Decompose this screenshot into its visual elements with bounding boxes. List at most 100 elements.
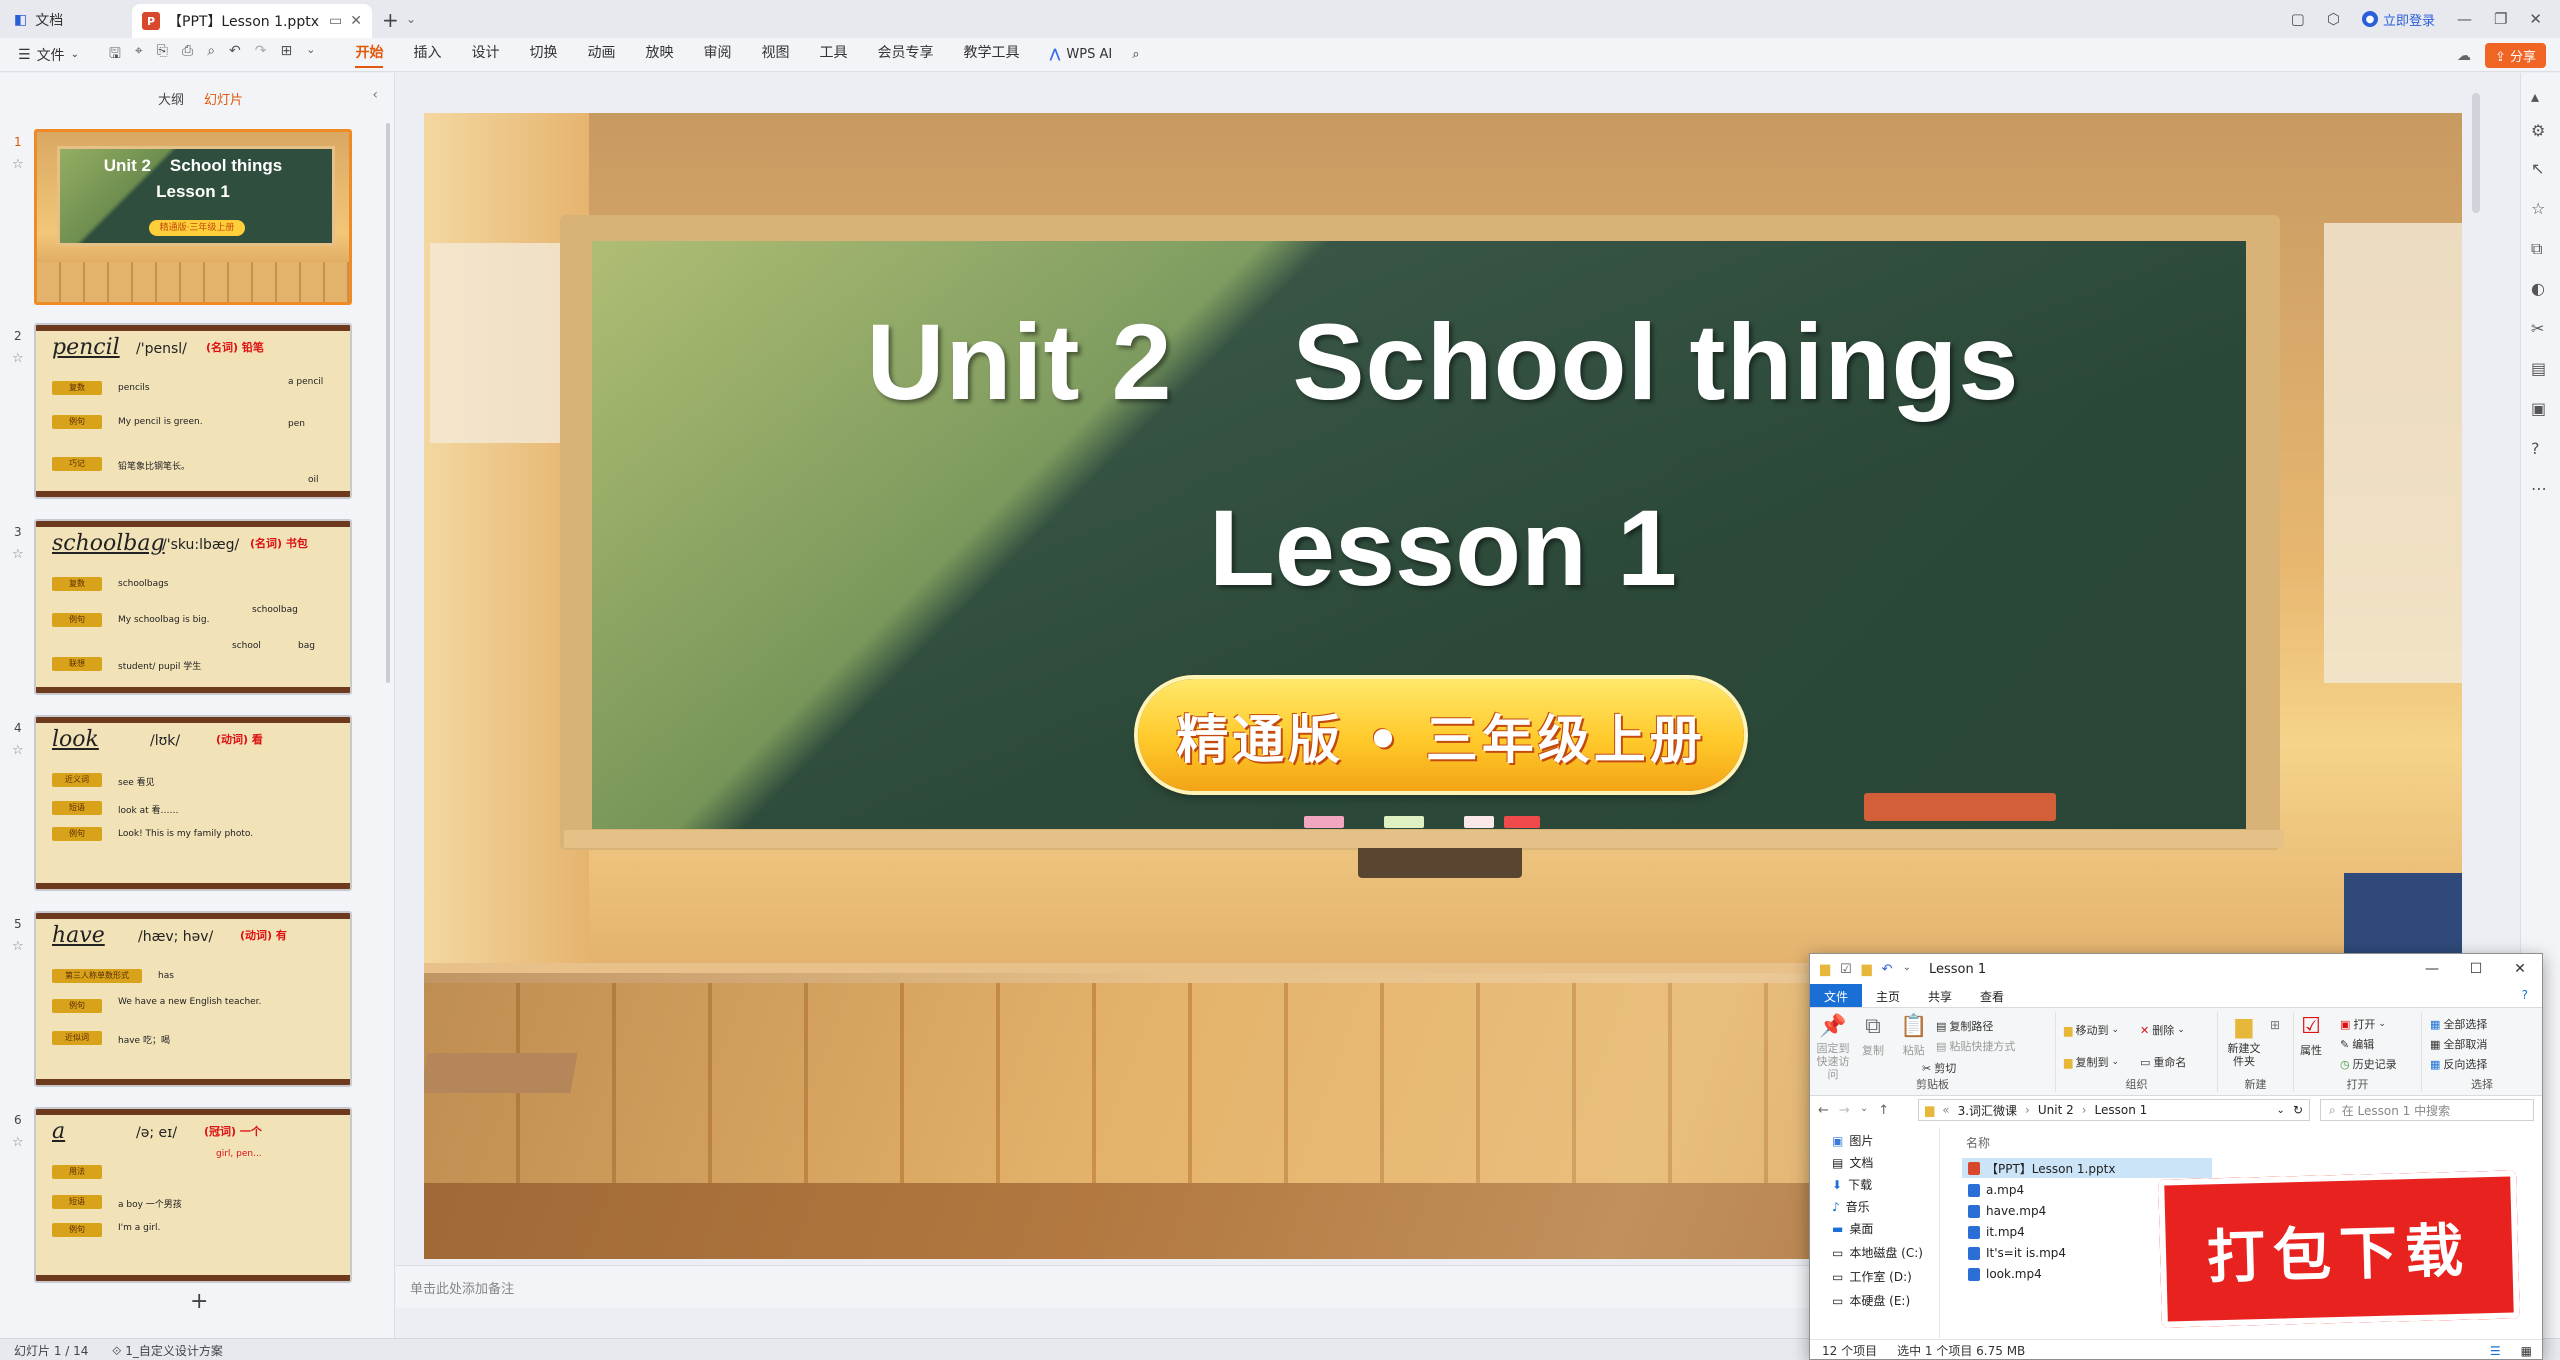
print-preview-icon[interactable]: ⌕ (207, 43, 215, 67)
search-icon[interactable]: ⌕ (1132, 47, 1139, 62)
more-icon[interactable]: ⋯ (2531, 479, 2547, 498)
nav-item-pictures[interactable]: ▣ 图片 (1832, 1132, 1873, 1149)
new-item-icon[interactable]: ⊞ (2270, 1018, 2280, 1032)
menu-design[interactable]: 设计 (471, 42, 499, 68)
slide-thumbnail-4[interactable]: look /lʊk/ (动词) 看 近义词 see 看见 短语 look at … (34, 715, 352, 891)
select-all-button[interactable]: ▦ 全部选择 (2430, 1016, 2487, 1032)
close-window-icon[interactable]: ✕ (2529, 10, 2542, 28)
paste-shortcut-button[interactable]: ▤ 粘贴快捷方式 (1936, 1038, 2015, 1054)
document-tab[interactable]: P 【PPT】Lesson 1.pptx ▭ ✕ (132, 4, 372, 38)
login-button[interactable]: ● 立即登录 (2361, 10, 2435, 29)
slide-thumbnail-5[interactable]: have /hæv; həv/ (动词) 有 第三人称单数形式 has 例句 W… (34, 911, 352, 1087)
minimize-icon[interactable]: — (2457, 10, 2472, 28)
help-icon[interactable]: ? (2531, 439, 2540, 458)
undo-icon[interactable]: ↶ (1882, 962, 1893, 977)
share-button[interactable]: ⇪ 分享 (2484, 43, 2546, 68)
nav-item-downloads[interactable]: ⬇ 下载 (1832, 1176, 1872, 1193)
theme-name[interactable]: ⟐ 1_自定义设计方案 (112, 1342, 223, 1359)
export-pdf-icon[interactable]: ⎘ (157, 43, 168, 67)
breadcrumb-item[interactable]: 3.词汇微课 (1958, 1102, 2017, 1119)
menu-member[interactable]: 会员专享 (877, 42, 933, 68)
pin-icon[interactable]: ⌖ (135, 43, 143, 67)
copy-to-button[interactable]: ▆ 复制到 ⌄ (2064, 1054, 2119, 1070)
thumbnail-view-icon[interactable]: ▦ (2521, 1344, 2532, 1358)
star-icon[interactable]: ☆ (12, 351, 24, 366)
minimize-icon[interactable]: — (2410, 954, 2454, 984)
tools-icon[interactable]: ✂ (2531, 319, 2544, 338)
menu-animation[interactable]: 动画 (587, 42, 615, 68)
column-header-name[interactable]: 名称 (1966, 1134, 1990, 1151)
menu-tools[interactable]: 工具 (819, 42, 847, 68)
slide-thumbnail-3[interactable]: schoolbag /'sku:lbæg/ (名词) 书包 复数 schoolb… (34, 519, 352, 695)
menu-transition[interactable]: 切换 (529, 42, 557, 68)
rename-button[interactable]: ▭ 重命名 (2140, 1054, 2186, 1070)
slide-subtitle[interactable]: Lesson 1 (424, 485, 2462, 610)
slide-thumbnail-1[interactable]: Unit 2 School things Lesson 1 精通版·三年级上册 (34, 129, 352, 305)
layout-icon[interactable]: ▢ (2291, 10, 2305, 28)
file-item[interactable]: it.mp4 (1962, 1222, 2031, 1242)
menu-view[interactable]: 视图 (761, 42, 789, 68)
address-bar[interactable]: ▆ « 3.词汇微课 › Unit 2 › Lesson 1 ⌄ ↻ (1918, 1099, 2310, 1121)
forward-icon[interactable]: → (1839, 1103, 1850, 1118)
menu-slideshow[interactable]: 放映 (645, 42, 673, 68)
image-icon[interactable]: ▣ (2531, 399, 2546, 418)
slide-title[interactable]: Unit 2 School things (424, 299, 2462, 424)
file-item[interactable]: have.mp4 (1962, 1201, 2052, 1221)
refresh-icon[interactable]: ↻ (2293, 1103, 2303, 1117)
help-icon[interactable]: ? (2508, 984, 2542, 1007)
collapse-panel-icon[interactable]: ‹ (372, 87, 378, 103)
invert-selection-button[interactable]: ▦ 反向选择 (2430, 1056, 2487, 1072)
copy-button[interactable]: ⧉ 复制 (1862, 1014, 1884, 1058)
details-view-icon[interactable]: ☰ (2490, 1344, 2501, 1358)
star-icon[interactable]: ☆ (12, 547, 24, 562)
palette-icon[interactable]: ◐ (2531, 279, 2545, 298)
edit-button[interactable]: ✎ 编辑 (2340, 1036, 2374, 1052)
new-folder-icon[interactable]: ▆ (1862, 962, 1872, 977)
cube-icon[interactable]: ⬡ (2327, 10, 2340, 28)
file-item[interactable]: a.mp4 (1962, 1180, 2030, 1200)
tab-outline[interactable]: 大纲 (158, 89, 184, 108)
wps-ai-button[interactable]: ⋀ WPS AI ⌕ (1049, 47, 1139, 62)
address-chevron-icon[interactable]: ⌄ (2277, 1105, 2285, 1116)
more-chevron-icon[interactable]: ⌄ (306, 43, 315, 67)
window-mode-icon[interactable]: ▭ (329, 13, 342, 29)
menu-review[interactable]: 审阅 (703, 42, 731, 68)
thumbnail-scrollbar[interactable] (386, 123, 390, 683)
scroll-up-icon[interactable]: ▴ (2531, 87, 2539, 106)
delete-button[interactable]: ✕ 删除 ⌄ (2140, 1022, 2185, 1038)
close-icon[interactable]: ✕ (2498, 954, 2542, 984)
close-tab-icon[interactable]: ✕ (350, 13, 362, 29)
undo-icon[interactable]: ↶ (229, 43, 241, 67)
format-painter-icon[interactable]: ⊞ (281, 43, 293, 67)
slide-thumbnail-2[interactable]: pencil /'pensl/ (名词) 铅笔 复数 pencils 例句 My… (34, 323, 352, 499)
back-icon[interactable]: ← (1818, 1103, 1829, 1118)
tab-view[interactable]: 查看 (1966, 984, 2018, 1007)
menu-home[interactable]: 开始 (355, 42, 384, 68)
file-item[interactable]: 【PPT】Lesson 1.pptx (1962, 1158, 2212, 1178)
history-button[interactable]: ◷ 历史记录 (2340, 1056, 2397, 1072)
cut-button[interactable]: ✂ 剪切 (1922, 1060, 1956, 1076)
star-icon[interactable]: ☆ (12, 939, 24, 954)
download-package-stamp[interactable]: 打包下载 (2158, 1170, 2520, 1328)
star-icon[interactable]: ☆ (12, 1135, 24, 1150)
add-slide-button[interactable]: + (190, 1289, 208, 1314)
copy-icon[interactable]: ⧉ (2531, 239, 2542, 259)
pointer-icon[interactable]: ↖ (2531, 159, 2544, 178)
tab-list-chevron-icon[interactable]: ⌄ (406, 12, 416, 26)
new-folder-button[interactable]: ▆ 新建文件夹 (2226, 1014, 2262, 1068)
explorer-search-input[interactable]: ⌕ 在 Lesson 1 中搜索 (2320, 1099, 2534, 1121)
slide-thumbnail-6[interactable]: a /ə; eɪ/ (冠词) 一个 用法 girl, pen... 短语 a b… (34, 1107, 352, 1283)
cloud-sync-icon[interactable]: ☁ (2457, 48, 2471, 64)
properties-button[interactable]: ☑ 属性 (2300, 1014, 2322, 1058)
nav-item-drive-d[interactable]: ▭ 工作室 (D:) (1832, 1268, 1912, 1285)
menu-teaching-tools[interactable]: 教学工具 (963, 42, 1019, 68)
save-icon[interactable]: 🖫 (109, 43, 121, 67)
nav-item-desktop[interactable]: ▬ 桌面 (1832, 1220, 1873, 1237)
book-icon[interactable]: ▤ (2531, 359, 2546, 378)
star-icon[interactable]: ☆ (12, 157, 24, 172)
properties-check-icon[interactable]: ☑ (1840, 962, 1852, 977)
tab-slides[interactable]: 幻灯片 (204, 89, 243, 108)
redo-icon[interactable]: ↷ (255, 43, 267, 67)
nav-item-drive-c[interactable]: ▭ 本地磁盘 (C:) (1832, 1244, 1923, 1261)
select-none-button[interactable]: ▦ 全部取消 (2430, 1036, 2487, 1052)
